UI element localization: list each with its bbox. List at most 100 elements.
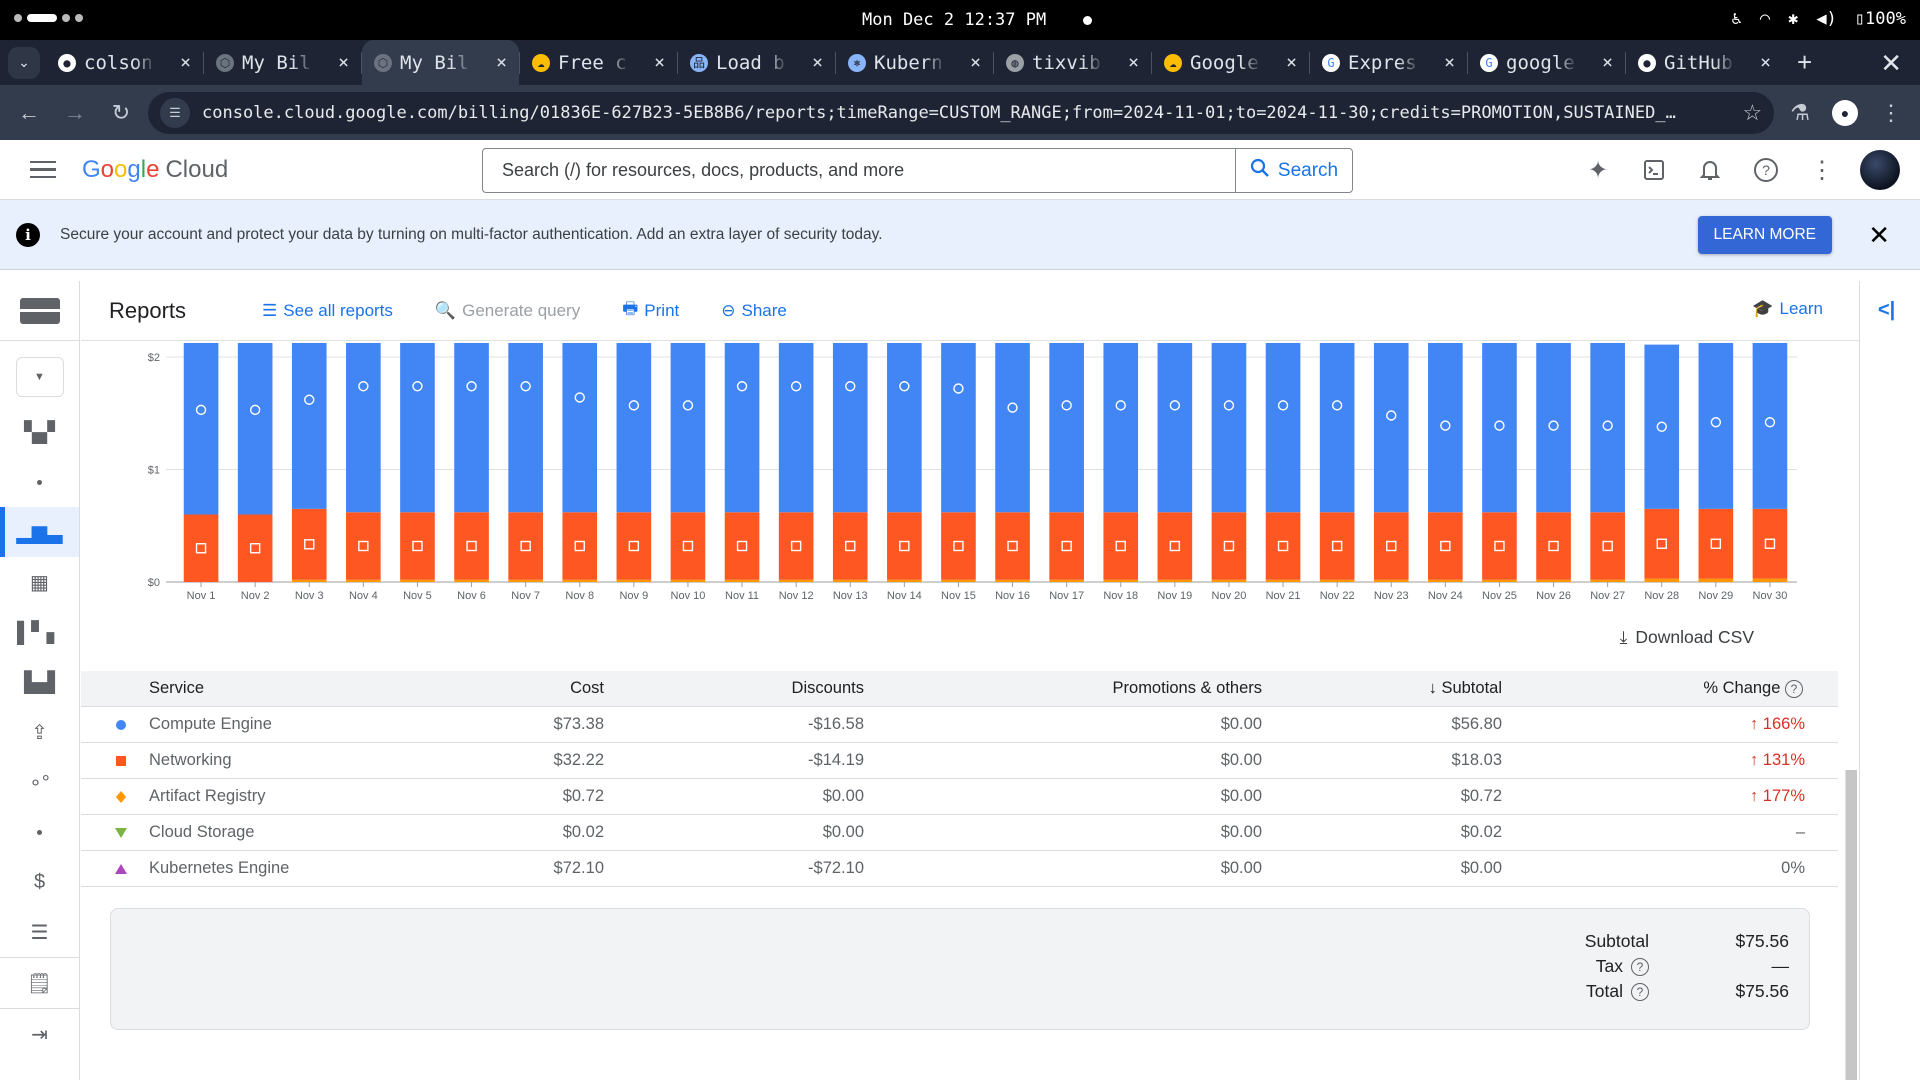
close-tab-icon[interactable]: × — [1444, 52, 1455, 73]
new-tab-button[interactable]: + — [1797, 47, 1812, 78]
bar-compute-engine[interactable] — [1590, 341, 1625, 513]
bar-artifact-registry[interactable] — [1428, 579, 1463, 582]
table-row[interactable]: Kubernetes Engine $72.10 -$72.10 $0.00 $… — [81, 851, 1838, 887]
bar-artifact-registry[interactable] — [887, 579, 922, 582]
help-icon[interactable]: ? — [1748, 152, 1784, 188]
close-tab-icon[interactable]: × — [1602, 52, 1613, 73]
bar-compute-engine[interactable] — [1428, 341, 1463, 513]
table-row[interactable]: Artifact Registry $0.72 $0.00 $0.00 $0.7… — [81, 779, 1838, 815]
bar-networking[interactable] — [346, 512, 381, 580]
bar-artifact-registry[interactable] — [1590, 579, 1625, 582]
bar-compute-engine[interactable] — [832, 341, 868, 513]
bar-networking[interactable] — [1536, 512, 1571, 580]
bar-compute-engine[interactable] — [1698, 341, 1734, 509]
bar-artifact-registry[interactable] — [1103, 579, 1139, 582]
collapse-panel-button[interactable]: <| — [1878, 299, 1895, 322]
bar-networking[interactable] — [832, 512, 868, 580]
nav-payment[interactable]: $ — [0, 857, 79, 907]
bar-artifact-registry[interactable] — [454, 579, 489, 582]
learn-more-button[interactable]: LEARN MORE — [1697, 216, 1832, 254]
browser-tab[interactable]: ☁ Google × — [1152, 40, 1309, 85]
col-header-change[interactable]: % Change ? — [1502, 679, 1821, 698]
bar-compute-engine[interactable] — [995, 341, 1030, 513]
search-button[interactable]: Search — [1235, 149, 1352, 192]
close-tab-icon[interactable]: × — [1128, 52, 1139, 73]
browser-tab[interactable]: ⬡ My Bil × — [362, 40, 519, 85]
bar-artifact-registry[interactable] — [941, 579, 976, 582]
bar-compute-engine[interactable] — [1482, 341, 1517, 513]
page-scrollbar[interactable] — [1845, 770, 1857, 1080]
address-bar[interactable]: ☰ console.cloud.google.com/billing/01836… — [148, 91, 1775, 134]
system-tray[interactable]: ♿ ◠ ✱ ◀︎) ▯100% — [1732, 9, 1906, 29]
bar-compute-engine[interactable] — [1211, 341, 1247, 513]
close-tab-icon[interactable]: × — [338, 52, 349, 73]
bar-artifact-registry[interactable] — [832, 579, 868, 582]
browser-tab[interactable]: ⎈ Kubern × — [836, 40, 993, 85]
url-text[interactable]: console.cloud.google.com/billing/01836E-… — [202, 103, 1731, 123]
bar-artifact-registry[interactable] — [400, 579, 435, 582]
bar-compute-engine[interactable] — [1157, 341, 1193, 513]
bar-compute-engine[interactable] — [941, 341, 976, 513]
bar-artifact-registry[interactable] — [562, 579, 598, 582]
bar-networking[interactable] — [562, 512, 598, 580]
tax-help-icon[interactable]: ? — [1631, 957, 1649, 976]
site-info-icon[interactable]: ☰ — [160, 97, 190, 128]
bar-artifact-registry[interactable] — [1049, 579, 1084, 582]
bar-compute-engine[interactable] — [508, 341, 543, 513]
nav-item-dot-2[interactable] — [0, 807, 79, 857]
bar-artifact-registry[interactable] — [724, 579, 760, 582]
bar-artifact-registry[interactable] — [670, 579, 706, 582]
nav-cost-breakdown[interactable]: ▌▘▖ — [0, 607, 79, 657]
bar-compute-engine[interactable] — [1536, 341, 1571, 513]
tab-search-dropdown[interactable]: ⌄ — [8, 46, 40, 79]
search-input[interactable] — [483, 149, 1235, 192]
bar-compute-engine[interactable] — [1103, 341, 1139, 513]
bar-networking[interactable] — [778, 512, 814, 580]
bar-artifact-registry[interactable] — [1644, 578, 1680, 582]
billing-account-dropdown[interactable]: ▼ — [15, 357, 64, 397]
bar-networking[interactable] — [1698, 508, 1734, 579]
bar-artifact-registry[interactable] — [1157, 579, 1193, 582]
close-tab-icon[interactable]: × — [1760, 52, 1771, 73]
bar-compute-engine[interactable] — [1373, 341, 1409, 513]
bar-artifact-registry[interactable] — [291, 579, 327, 582]
bar-artifact-registry[interactable] — [778, 579, 814, 582]
nav-item-dot[interactable] — [0, 457, 79, 507]
bar-networking[interactable] — [616, 512, 652, 580]
browser-tab[interactable]: Ggoogle × — [1468, 40, 1625, 85]
close-tab-icon[interactable]: × — [654, 52, 665, 73]
hamburger-menu-icon[interactable] — [30, 160, 56, 179]
bar-networking[interactable] — [1211, 512, 1247, 580]
bar-artifact-registry[interactable] — [346, 579, 381, 582]
forward-button[interactable]: → — [56, 94, 94, 132]
bar-compute-engine[interactable] — [346, 341, 381, 513]
battery-icon[interactable]: ▯100% — [1855, 9, 1906, 29]
bluetooth-icon[interactable]: ✱ — [1788, 9, 1798, 29]
gemini-sparkle-icon[interactable]: ✦ — [1580, 152, 1616, 188]
bar-networking[interactable] — [1373, 512, 1409, 580]
bar-compute-engine[interactable] — [1319, 341, 1355, 513]
account-avatar[interactable] — [1860, 150, 1900, 190]
help-icon[interactable]: ? — [1785, 680, 1803, 698]
nav-budgets[interactable]: ∘° — [0, 757, 79, 807]
bar-artifact-registry[interactable] — [1319, 579, 1355, 582]
bar-networking[interactable] — [1157, 512, 1193, 580]
more-options-icon[interactable]: ⋮ — [1804, 152, 1840, 188]
bar-networking[interactable] — [237, 514, 273, 583]
bar-networking[interactable] — [995, 512, 1030, 580]
col-header-cost[interactable]: Cost — [399, 679, 604, 698]
reload-button[interactable]: ↻ — [102, 94, 140, 132]
bar-networking[interactable] — [1482, 512, 1517, 580]
bar-networking[interactable] — [1265, 512, 1301, 580]
close-tab-icon[interactable]: × — [496, 52, 507, 73]
nav-transactions[interactable]: ☰ — [0, 907, 79, 957]
bar-networking[interactable] — [1103, 512, 1139, 580]
bar-networking[interactable] — [941, 512, 976, 580]
browser-menu-icon[interactable]: ⋮ — [1880, 100, 1902, 126]
browser-tab[interactable]: ● colson × — [46, 40, 203, 85]
share-button[interactable]: ⊖ Share — [721, 301, 787, 321]
bar-networking[interactable] — [1428, 512, 1463, 580]
browser-tab[interactable]: ☁ Free c × — [520, 40, 677, 85]
col-header-discounts[interactable]: Discounts — [604, 679, 864, 698]
bar-networking[interactable] — [454, 512, 489, 580]
